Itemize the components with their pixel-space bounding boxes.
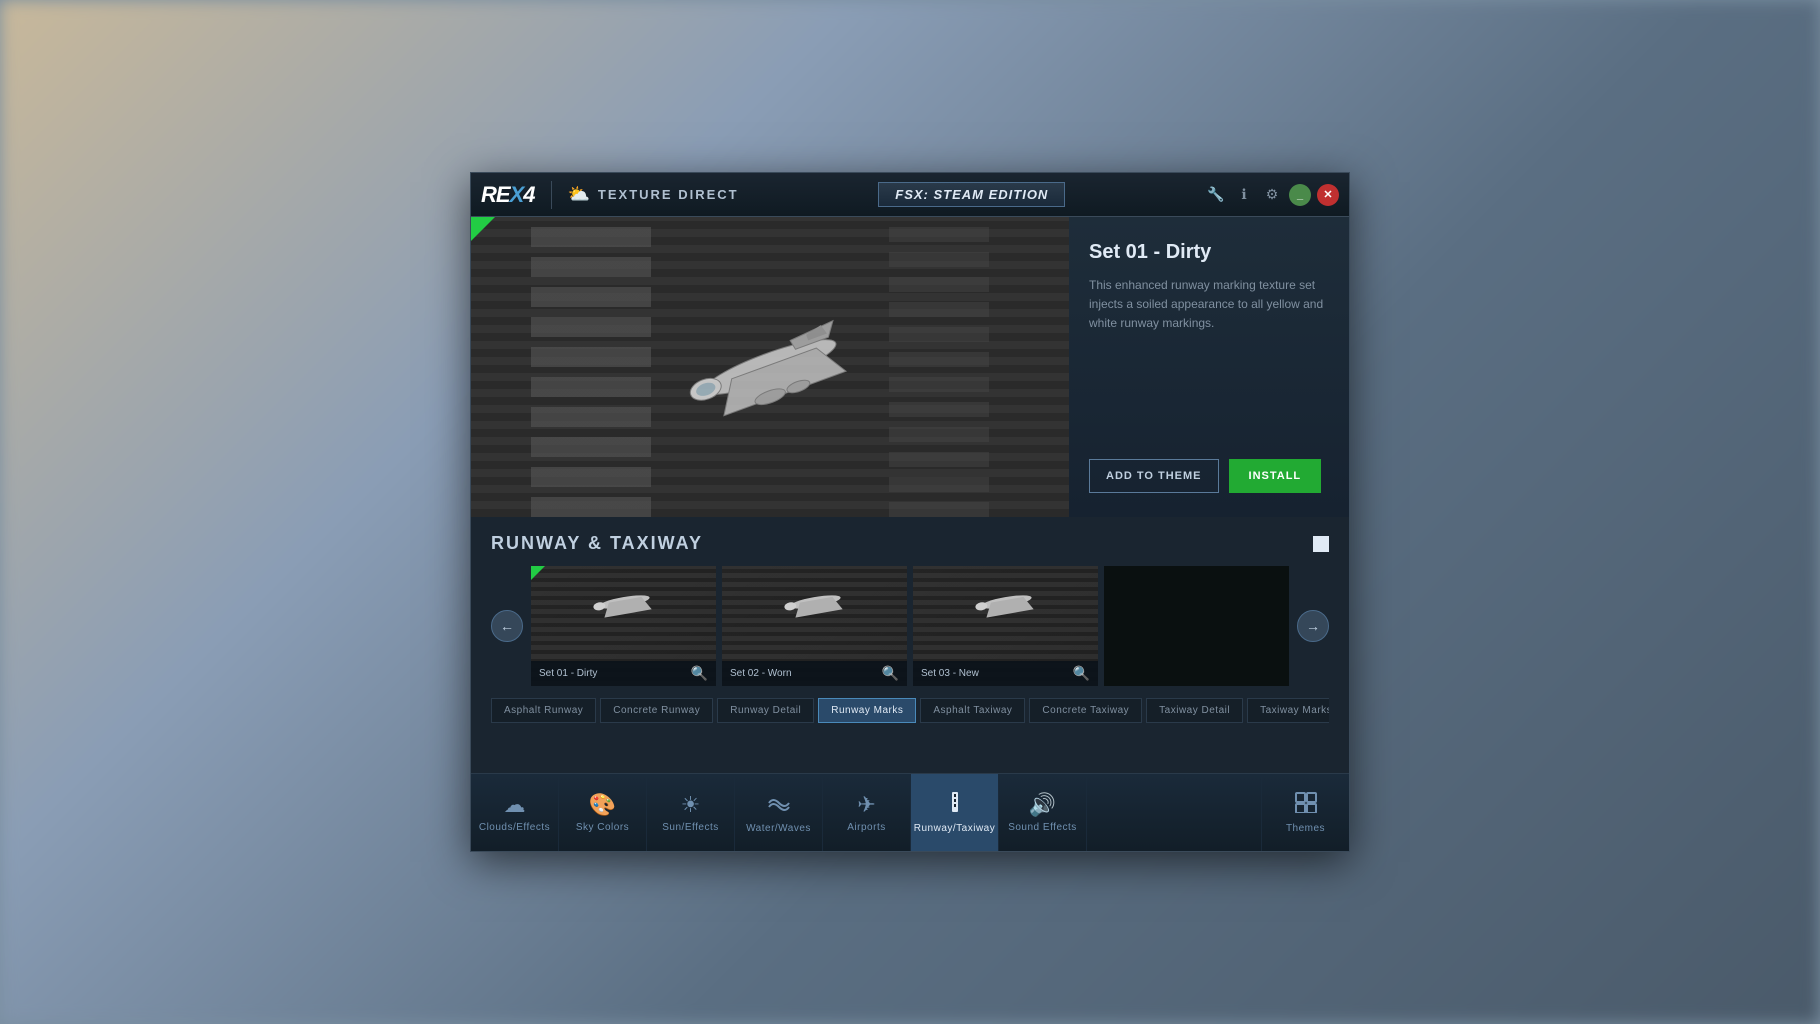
cloud-nav-icon: ☁ <box>504 792 526 818</box>
wrench-icon[interactable]: 🔧 <box>1205 184 1227 206</box>
sun-nav-icon: ☀ <box>681 792 701 818</box>
texture-section: RUNWAY & TAXIWAY ← Set 01 - Dirty <box>471 517 1349 773</box>
item-1-zoom-icon[interactable]: 🔍 <box>691 665 708 682</box>
nav-item-sun-effects[interactable]: ☀ Sun/Effects <box>647 774 735 851</box>
carousel-items: Set 01 - Dirty 🔍 Set 02 - Worn <box>531 566 1289 686</box>
runway-marks-right <box>889 217 989 517</box>
nav-label-airports: Airports <box>847 822 885 833</box>
preview-info-text: Set 01 - Dirty This enhanced runway mark… <box>1089 241 1329 334</box>
preview-description: This enhanced runway marking texture set… <box>1089 276 1329 334</box>
item-selected-corner <box>531 566 545 580</box>
carousel-area: ← Set 01 - Dirty 🔍 <box>491 566 1329 686</box>
preview-area: Set 01 - Dirty This enhanced runway mark… <box>471 217 1349 517</box>
info-icon[interactable]: ℹ <box>1233 184 1255 206</box>
add-to-theme-button[interactable]: ADD TO THEME <box>1089 459 1219 493</box>
title-bar-right: 🔧 ℹ ⚙ _ ✕ <box>1205 184 1339 206</box>
water-nav-icon <box>767 791 791 819</box>
sub-tab-taxiway-detail[interactable]: Taxiway Detail <box>1146 698 1243 723</box>
carousel-item-2[interactable]: Set 02 - Worn 🔍 <box>722 566 907 686</box>
app-logo: REX4 <box>481 182 535 208</box>
nav-item-clouds[interactable]: ☁ Clouds/Effects <box>471 774 559 851</box>
gear-icon[interactable]: ⚙ <box>1261 184 1283 206</box>
item-3-zoom-icon[interactable]: 🔍 <box>1073 665 1090 682</box>
install-button[interactable]: INSTALL <box>1229 459 1322 493</box>
carousel-item-1[interactable]: Set 01 - Dirty 🔍 <box>531 566 716 686</box>
section-header: RUNWAY & TAXIWAY <box>491 533 1329 554</box>
sub-tab-concrete-runway[interactable]: Concrete Runway <box>600 698 713 723</box>
sub-tabs: Asphalt Runway Concrete Runway Runway De… <box>491 698 1329 723</box>
preview-image <box>471 217 1069 517</box>
sub-tab-asphalt-runway[interactable]: Asphalt Runway <box>491 698 596 723</box>
nav-item-themes[interactable]: Themes <box>1262 774 1349 851</box>
nav-label-sound: Sound Effects <box>1008 822 1077 833</box>
edition-badge: FSX: STEAM EDITION <box>878 182 1065 207</box>
nav-item-spacer <box>1087 774 1262 851</box>
app-subtitle: TEXTURE DIRECT <box>598 187 739 202</box>
item-2-label: Set 02 - Worn 🔍 <box>722 661 907 686</box>
item-3-label: Set 03 - New 🔍 <box>913 661 1098 686</box>
nav-label-runway: Runway/Taxiway <box>914 823 995 834</box>
sub-tab-taxiway-marks[interactable]: Taxiway Marks <box>1247 698 1329 723</box>
close-button[interactable]: ✕ <box>1317 184 1339 206</box>
title-divider <box>551 181 552 209</box>
carousel-next-button[interactable]: → <box>1297 610 1329 642</box>
title-bar-left: REX4 ⛅ TEXTURE DIRECT <box>481 181 739 209</box>
item-1-label-text: Set 01 - Dirty <box>539 668 597 679</box>
preview-title: Set 01 - Dirty <box>1089 241 1329 264</box>
sky-nav-icon: 🎨 <box>589 792 616 818</box>
runway-marks-left <box>531 217 651 517</box>
item-2-zoom-icon[interactable]: 🔍 <box>882 665 899 682</box>
section-title: RUNWAY & TAXIWAY <box>491 533 703 554</box>
selected-indicator-corner <box>471 217 495 241</box>
sound-nav-icon: 🔊 <box>1029 792 1056 818</box>
sub-tab-runway-marks[interactable]: Runway Marks <box>818 698 916 723</box>
nav-label-themes: Themes <box>1286 823 1325 834</box>
minimize-button[interactable]: _ <box>1289 184 1311 206</box>
nav-label-sky: Sky Colors <box>576 822 629 833</box>
runway-nav-icon <box>942 791 968 819</box>
nav-label-clouds: Clouds/Effects <box>479 822 550 833</box>
carousel-item-3[interactable]: Set 03 - New 🔍 <box>913 566 1098 686</box>
item-1-label: Set 01 - Dirty 🔍 <box>531 661 716 686</box>
sub-tab-asphalt-taxiway[interactable]: Asphalt Taxiway <box>920 698 1025 723</box>
sub-tab-concrete-taxiway[interactable]: Concrete Taxiway <box>1029 698 1142 723</box>
themes-nav-icon <box>1294 791 1318 819</box>
plane-nav-icon: ✈ <box>857 792 875 818</box>
preview-info-panel: Set 01 - Dirty This enhanced runway mark… <box>1069 217 1349 517</box>
nav-item-water-waves[interactable]: Water/Waves <box>735 774 823 851</box>
nav-label-sun: Sun/Effects <box>662 822 718 833</box>
nav-label-water: Water/Waves <box>746 823 811 834</box>
cloud-logo-icon: ⛅ <box>568 184 590 205</box>
title-bar-center: FSX: STEAM EDITION <box>739 182 1205 207</box>
section-indicator <box>1313 536 1329 552</box>
item-2-label-text: Set 02 - Worn <box>730 668 792 679</box>
app-window: REX4 ⛅ TEXTURE DIRECT FSX: STEAM EDITION… <box>470 172 1350 852</box>
nav-item-sound[interactable]: 🔊 Sound Effects <box>999 774 1087 851</box>
nav-item-sky-colors[interactable]: 🎨 Sky Colors <box>559 774 647 851</box>
carousel-item-4-empty <box>1104 566 1289 686</box>
title-bar: REX4 ⛅ TEXTURE DIRECT FSX: STEAM EDITION… <box>471 173 1349 217</box>
item-3-label-text: Set 03 - New <box>921 668 979 679</box>
nav-item-airports[interactable]: ✈ Airports <box>823 774 911 851</box>
carousel-prev-button[interactable]: ← <box>491 610 523 642</box>
bottom-nav: ☁ Clouds/Effects 🎨 Sky Colors ☀ Sun/Effe… <box>471 773 1349 851</box>
nav-item-runway[interactable]: Runway/Taxiway <box>911 774 999 851</box>
sub-tab-runway-detail[interactable]: Runway Detail <box>717 698 814 723</box>
preview-buttons: ADD TO THEME INSTALL <box>1089 459 1329 493</box>
